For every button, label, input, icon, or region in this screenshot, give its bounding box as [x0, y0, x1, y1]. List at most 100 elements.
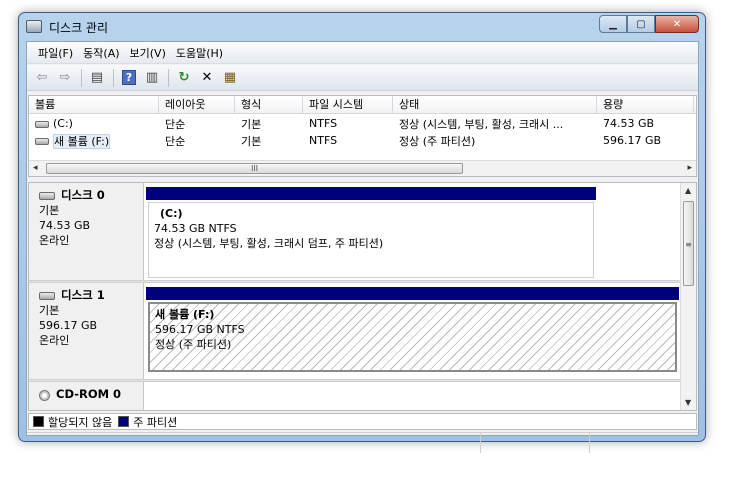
minimize-button[interactable]: ▁: [599, 15, 627, 33]
volume-list: 볼륨 레이아웃 형식 파일 시스템 상태 용량 (C:) 단순 기본 NTFS …: [28, 95, 697, 177]
show-hide-action-pane-button[interactable]: ▥: [141, 68, 163, 88]
table-row[interactable]: (C:) 단순 기본 NTFS 정상 (시스템, 부팅, 활성, 크래시 ...…: [29, 115, 696, 132]
partition-name: 새 볼륨 (F:): [155, 308, 215, 321]
action-pane-icon: ▥: [145, 70, 159, 85]
primary-partition-bar: [146, 187, 596, 200]
volume-status: 정상 (주 파티션): [399, 134, 476, 148]
primary-partition-bar: [146, 287, 679, 300]
back-button[interactable]: ⇦: [31, 68, 53, 88]
legend-item-unallocated: 할당되지 않음: [33, 414, 112, 430]
column-header-filesystem[interactable]: 파일 시스템: [303, 96, 393, 114]
close-icon: ✕: [672, 18, 682, 30]
volume-capacity: 596.17 GB: [603, 134, 662, 147]
volume-status: 정상 (시스템, 부팅, 활성, 크래시 ...: [399, 117, 564, 131]
disk-size: 596.17 GB: [39, 319, 98, 332]
forward-button[interactable]: ⇨: [54, 68, 76, 88]
delete-icon: ✕: [201, 70, 213, 85]
back-arrow-icon: ⇦: [36, 70, 48, 85]
refresh-icon: ↻: [178, 70, 190, 85]
menu-action[interactable]: 동작(A): [78, 45, 124, 61]
show-hide-console-tree-button[interactable]: ▤: [86, 68, 108, 88]
status-cell: [480, 432, 591, 453]
hard-drive-icon: [35, 120, 49, 128]
menu-view[interactable]: 보기(V): [125, 45, 171, 61]
disk-0-label[interactable]: 디스크 0 기본 74.53 GB 온라인: [29, 183, 144, 280]
toolbar-separator: [81, 68, 82, 87]
status-bar: [27, 432, 698, 453]
partition-size-fs: 74.53 GB NTFS: [154, 222, 237, 235]
menu-bar: 파일(F) 동작(A) 보기(V) 도움말(H): [27, 42, 698, 64]
volume-type: 기본: [241, 117, 262, 131]
menu-file[interactable]: 파일(F): [33, 45, 78, 61]
disk-1-label[interactable]: 디스크 1 기본 596.17 GB 온라인: [29, 283, 144, 379]
legend-label: 할당되지 않음: [48, 415, 113, 429]
scroll-left-icon[interactable]: ◂: [33, 163, 38, 173]
partition-status: 정상 (시스템, 부팅, 활성, 크래시 덤프, 주 파티션): [154, 237, 384, 250]
disk-state: 온라인: [39, 334, 70, 347]
legend-item-primary: 주 파티션: [118, 414, 177, 430]
unallocated-swatch: [33, 416, 44, 427]
vertical-scrollbar[interactable]: ▲ ≡ ▼: [680, 183, 696, 410]
legend-bar: 할당되지 않음 주 파티션: [28, 413, 697, 430]
volume-name: (C:): [53, 117, 73, 130]
disk-size: 74.53 GB: [39, 219, 91, 232]
scroll-down-icon[interactable]: ▼: [685, 398, 691, 407]
horizontal-scroll-thumb[interactable]: III: [46, 163, 463, 174]
console-tree-icon: ▤: [90, 70, 104, 85]
partition-c[interactable]: (C:) 74.53 GB NTFS 정상 (시스템, 부팅, 활성, 크래시 …: [146, 187, 596, 280]
menu-help[interactable]: 도움말(H): [171, 45, 228, 61]
forward-arrow-icon: ⇨: [59, 70, 71, 85]
refresh-button[interactable]: ↻: [173, 68, 195, 88]
properties-button[interactable]: ▦: [219, 68, 241, 88]
properties-icon: ▦: [223, 70, 237, 85]
volume-layout: 단순: [165, 117, 186, 131]
partition-name: (C:): [160, 207, 183, 220]
column-header-type[interactable]: 형식: [235, 96, 303, 114]
delete-button[interactable]: ✕: [196, 68, 218, 88]
disk-name: 디스크 0: [61, 188, 105, 202]
toolbar-separator: [168, 68, 169, 87]
primary-partition-swatch: [118, 416, 130, 427]
legend-label: 주 파티션: [133, 415, 178, 429]
partition-status: 정상 (주 파티션): [155, 338, 232, 351]
volume-list-header: 볼륨 레이아웃 형식 파일 시스템 상태 용량: [29, 96, 696, 114]
help-button[interactable]: ?: [118, 68, 140, 88]
graphical-disk-view: 디스크 0 기본 74.53 GB 온라인 (C:) 74.53 GB NTFS…: [28, 182, 697, 411]
disk-management-window: 디스크 관리 ▁ ▢ ✕ 파일(F) 동작(A) 보기(V) 도움말(H) ⇦ …: [18, 12, 706, 453]
maximize-button[interactable]: ▢: [627, 15, 655, 33]
vertical-scroll-thumb[interactable]: ≡: [683, 201, 694, 286]
column-header-capacity[interactable]: 용량: [597, 96, 694, 114]
volume-type: 기본: [241, 134, 262, 148]
scroll-up-icon[interactable]: ▲: [685, 186, 691, 195]
selected-partition-body: 새 볼륨 (F:) 596.17 GB NTFS 정상 (주 파티션): [148, 302, 677, 372]
cdrom-0-label[interactable]: CD-ROM 0: [29, 382, 144, 410]
column-header-layout[interactable]: 레이아웃: [159, 96, 235, 114]
disk-state: 온라인: [39, 234, 70, 247]
minimize-icon: ▁: [609, 18, 617, 30]
disk-name: CD-ROM 0: [56, 387, 122, 401]
horizontal-scrollbar[interactable]: ◂ III ▸: [29, 160, 696, 176]
scroll-right-icon[interactable]: ▸: [687, 163, 692, 173]
hard-disk-icon: [39, 192, 55, 200]
client-area: 파일(F) 동작(A) 보기(V) 도움말(H) ⇦ ⇨ ▤ ? ▥ ↻ ✕ ▦…: [26, 41, 699, 453]
volume-filesystem: NTFS: [309, 134, 338, 147]
column-header-status[interactable]: 상태: [393, 96, 597, 114]
status-cell: [590, 432, 698, 453]
title-bar[interactable]: 디스크 관리 ▁ ▢ ✕: [19, 13, 705, 41]
hard-drive-icon: [35, 138, 49, 145]
volume-filesystem: NTFS: [309, 117, 338, 130]
hard-disk-icon: [39, 292, 55, 300]
status-cell: [27, 432, 481, 453]
table-row[interactable]: 새 볼륨 (F:) 단순 기본 NTFS 정상 (주 파티션) 596.17 G…: [29, 132, 696, 149]
disk-type: 기본: [39, 304, 60, 317]
disk-name: 디스크 1: [61, 288, 105, 302]
toolbar-separator: [113, 68, 114, 87]
window-title: 디스크 관리: [49, 21, 109, 35]
help-icon: ?: [122, 70, 136, 85]
partition-size-fs: 596.17 GB NTFS: [155, 323, 245, 336]
column-header-volume[interactable]: 볼륨: [29, 96, 159, 114]
volume-capacity: 74.53 GB: [603, 117, 655, 130]
cd-rom-icon: [39, 389, 50, 401]
partition-f[interactable]: 새 볼륨 (F:) 596.17 GB NTFS 정상 (주 파티션): [146, 287, 679, 374]
close-button[interactable]: ✕: [655, 15, 699, 33]
